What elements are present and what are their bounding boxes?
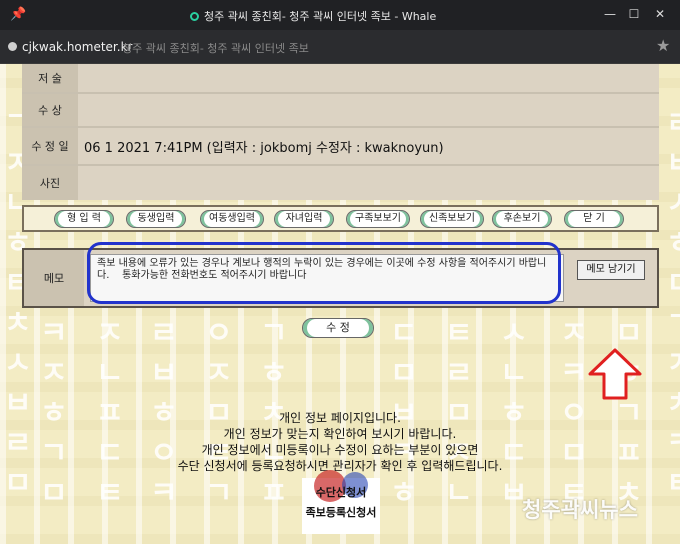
add-younger-sister-button[interactable]: 여동생입력 <box>200 210 264 228</box>
page-content: ㄱㅈㄴㅎㅌㅊㅅㅂㄹㅁ ㄹㅂㅅㅎㄷㄱㅈㅊㅋㅌ ㅋㅈㅎㄱㅁ ㅈㄴㅍㄷㅌ ㄹㅂㅎㅇㅋ … <box>0 64 680 544</box>
action-button-bar: 형 입 력 동생입력 여동생입력 자녀입력 구족보보기 신족보보기 후손보기 닫… <box>22 205 659 232</box>
notice-line: 개인 정보 페이지입니다. <box>279 411 401 425</box>
maximize-button[interactable]: ☐ <box>622 4 646 24</box>
info-table: 저 술 수 상 수 정 일 06 1 2021 7:41PM (입력자 : jo… <box>22 64 659 200</box>
notice-line: 수단 신청서에 등록요청하시면 관리자가 확인 후 입력해드립니다. <box>177 459 503 473</box>
row-label: 사진 <box>22 166 78 200</box>
leave-memo-button[interactable]: 메모 남기기 <box>577 260 645 280</box>
watermark: 청주곽씨뉴스 <box>522 498 638 522</box>
info-row: 수 상 <box>22 94 659 126</box>
add-younger-sibling-button[interactable]: 동생입력 <box>126 210 186 228</box>
row-label: 수 정 일 <box>22 128 78 164</box>
stamp-line-1: 수단신청서 <box>315 486 367 499</box>
whale-browser-icon <box>190 12 199 21</box>
row-label: 저 술 <box>22 64 78 92</box>
stamp-line-2: 족보등록신청서 <box>305 506 377 519</box>
close-page-button[interactable]: 닫 기 <box>564 210 624 228</box>
window-titlebar: 📌 청주 곽씨 종친회- 청주 곽씨 인터넷 족보 - Whale — ☐ ✕ <box>0 0 680 30</box>
url-text[interactable]: cjkwak.hometer.kr <box>22 40 132 54</box>
window-title: 청주 곽씨 종친회- 청주 곽씨 인터넷 족보 - Whale <box>204 10 437 23</box>
add-older-sibling-button[interactable]: 형 입 력 <box>54 210 114 228</box>
row-value <box>80 94 659 126</box>
notice-text: 개인 정보 페이지입니다. 개인 정보가 맞는지 확인하여 보시기 바랍니다. … <box>120 410 560 474</box>
minimize-button[interactable]: — <box>598 4 622 24</box>
address-bar: cjkwak.hometer.kr 청주 곽씨 종친회- 청주 곽씨 인터넷 족… <box>0 30 680 64</box>
new-genealogy-button[interactable]: 신족보보기 <box>420 210 484 228</box>
red-arrow-icon <box>588 348 642 400</box>
modified-info: 06 1 2021 7:41PM (입력자 : jokbomj 수정자 : kw… <box>84 140 444 156</box>
row-label: 수 상 <box>22 94 78 126</box>
photo-value <box>80 166 659 200</box>
page-title: 청주 곽씨 종친회- 청주 곽씨 인터넷 족보 <box>122 42 309 55</box>
info-row: 수 정 일 06 1 2021 7:41PM (입력자 : jokbomj 수정… <box>22 128 659 164</box>
add-child-button[interactable]: 자녀입력 <box>274 210 334 228</box>
application-form-link[interactable]: 수단신청서 족보등록신청서 <box>302 470 380 534</box>
info-row: 저 술 <box>22 64 659 92</box>
memo-label: 메모 <box>24 250 84 306</box>
old-genealogy-button[interactable]: 구족보보기 <box>346 210 410 228</box>
info-row: 사진 <box>22 166 659 200</box>
pin-icon[interactable]: 📌 <box>10 7 26 22</box>
notice-line: 개인 정보가 맞는지 확인하여 보시기 바랍니다. <box>223 427 457 441</box>
memo-highlight-outline <box>87 242 561 304</box>
site-info-icon[interactable] <box>8 42 17 51</box>
descendants-button[interactable]: 후손보기 <box>492 210 552 228</box>
notice-line: 개인 정보에서 미등록이나 수정이 요하는 부분이 있으면 <box>201 443 479 457</box>
row-value <box>80 64 659 92</box>
modify-button[interactable]: 수 정 <box>302 318 374 338</box>
bookmark-star-icon[interactable]: ★ <box>656 36 670 55</box>
close-button[interactable]: ✕ <box>648 4 672 24</box>
